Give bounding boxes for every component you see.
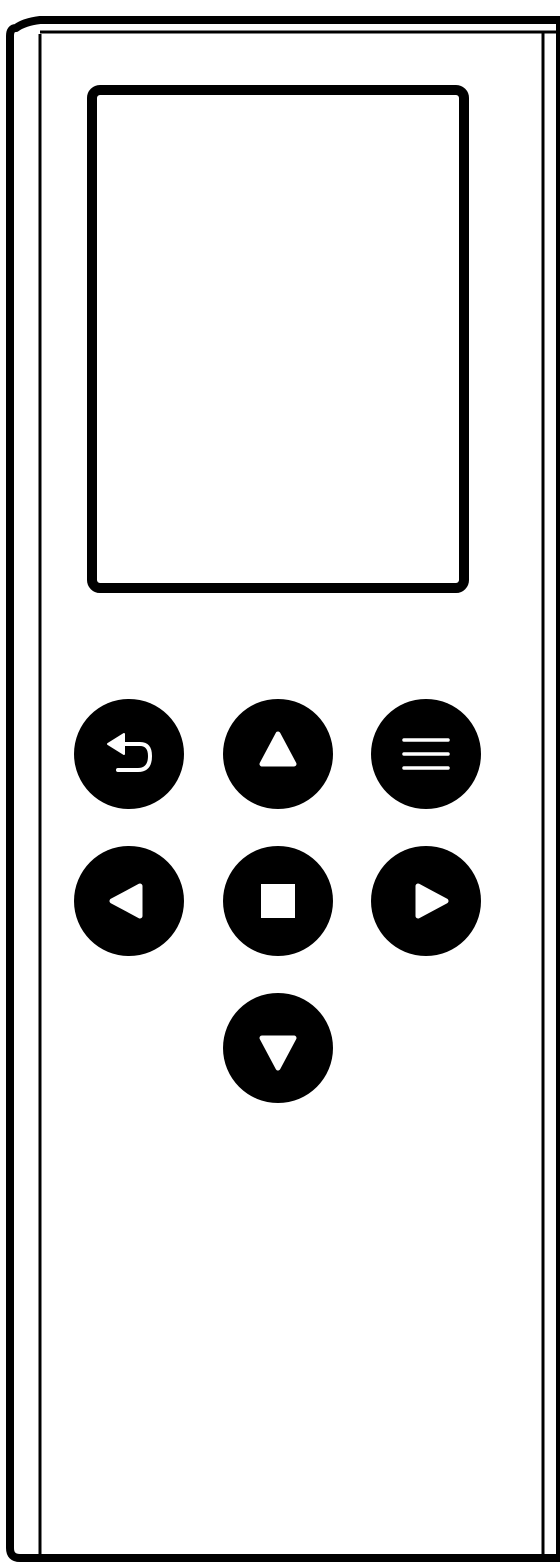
right-button[interactable] (371, 846, 481, 956)
square-stop-icon (261, 884, 295, 918)
ok-button[interactable] (223, 846, 333, 956)
remote-control (6, 16, 560, 1562)
up-button[interactable] (223, 699, 333, 809)
menu-button[interactable] (371, 699, 481, 809)
back-button[interactable] (74, 699, 184, 809)
display-screen (87, 85, 469, 593)
down-button[interactable] (223, 993, 333, 1103)
left-button[interactable] (74, 846, 184, 956)
